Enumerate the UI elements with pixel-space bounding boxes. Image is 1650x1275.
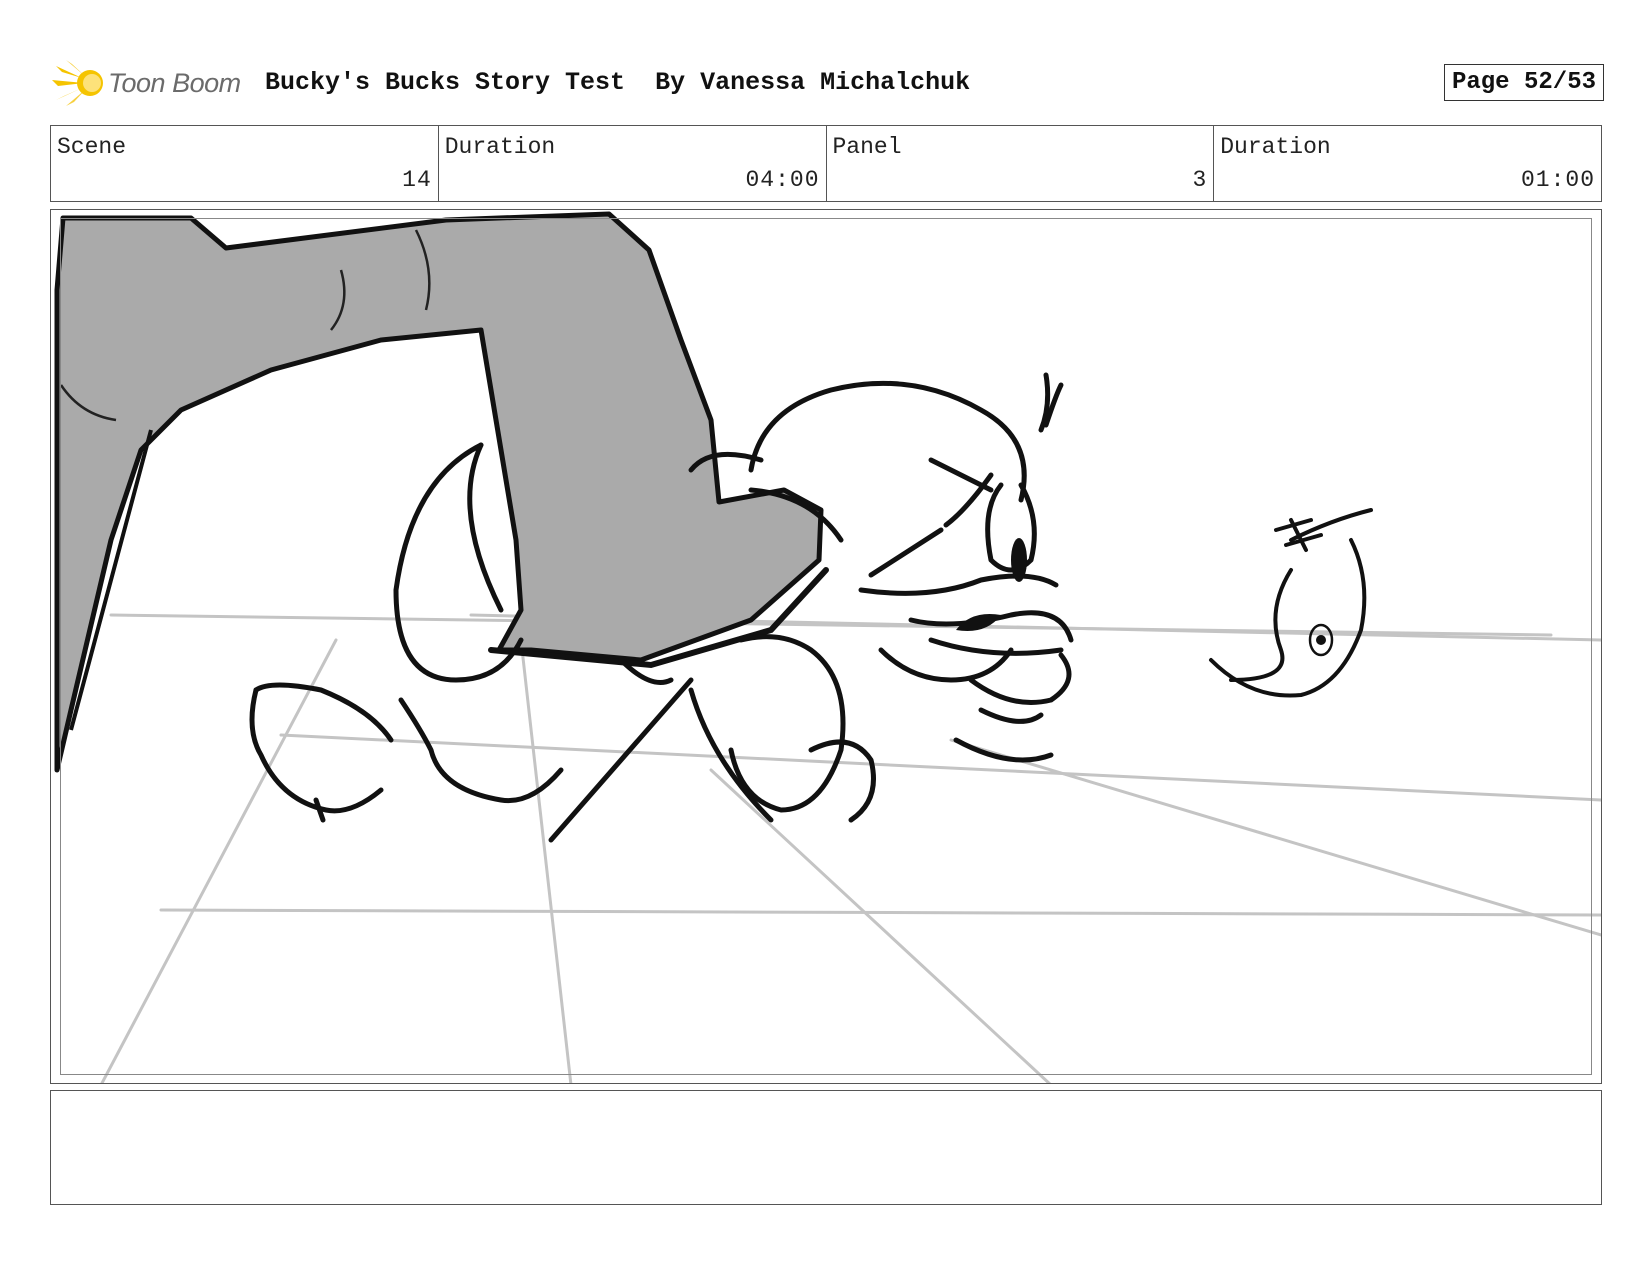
scene-duration-label: Duration bbox=[444, 134, 556, 160]
panel-notes-box bbox=[50, 1090, 1602, 1205]
storyboard-panel bbox=[50, 209, 1602, 1084]
panel-safe-frame bbox=[60, 218, 1592, 1075]
storyboard-header: Toon Boom Bucky's Bucks Story Test By Va… bbox=[52, 58, 1604, 108]
panel-duration-value: 01:00 bbox=[1520, 167, 1595, 193]
panel-value: 3 bbox=[1192, 167, 1208, 193]
scene-label: Scene bbox=[57, 134, 127, 160]
storyboard-title: Bucky's Bucks Story Test By Vanessa Mich… bbox=[265, 68, 971, 97]
panel-duration-label: Duration bbox=[1220, 134, 1331, 160]
scene-info-table: Scene 14 Duration 04:00 Panel 3 Duration… bbox=[50, 125, 1602, 202]
scene-duration-cell: Duration 04:00 bbox=[439, 126, 827, 201]
panel-duration-cell: Duration 01:00 bbox=[1214, 126, 1601, 201]
scene-value: 14 bbox=[402, 167, 432, 193]
toon-boom-starburst-icon bbox=[52, 60, 103, 106]
panel-cell: Panel 3 bbox=[827, 126, 1215, 201]
scene-cell: Scene 14 bbox=[51, 126, 439, 201]
panel-label: Panel bbox=[832, 134, 902, 160]
scene-duration-value: 04:00 bbox=[745, 167, 820, 193]
toon-boom-logo: Toon Boom bbox=[52, 58, 241, 108]
logo-text: Toon Boom bbox=[108, 67, 241, 98]
page-number: Page 52/53 bbox=[1443, 64, 1604, 101]
